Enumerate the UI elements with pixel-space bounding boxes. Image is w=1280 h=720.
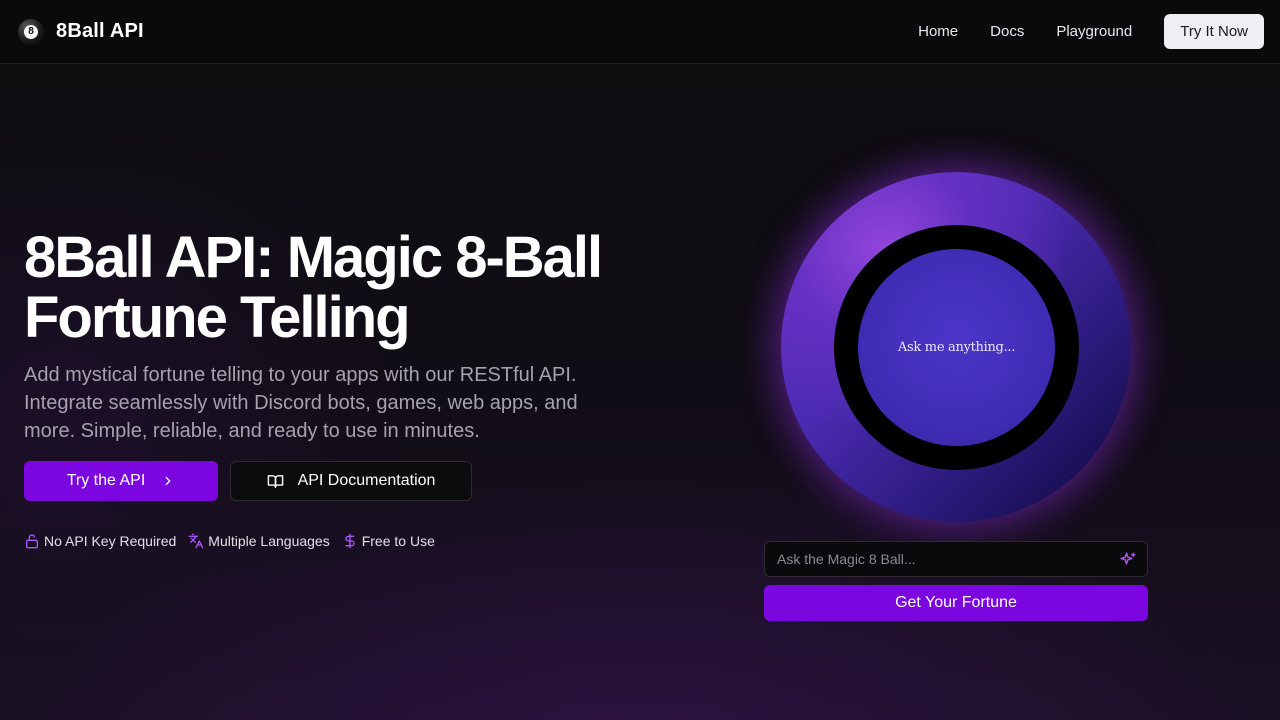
nav-link-playground[interactable]: Playground [1056,23,1132,40]
feature-free-to-use: Free to Use [342,533,435,549]
question-input[interactable] [765,542,1147,576]
feature-list: No API Key Required Multiple Languages F… [24,533,435,549]
try-the-api-label: Try the API [66,472,146,489]
chevron-right-icon [165,476,171,486]
feature-label: Multiple Languages [208,533,330,549]
get-your-fortune-button[interactable]: Get Your Fortune [764,585,1148,621]
api-documentation-button[interactable]: API Documentation [230,461,472,501]
feature-label: No API Key Required [44,533,177,549]
top-navbar: 8 8Ball API Home Docs Playground Try It … [0,0,1280,64]
magic-ball-window: Ask me anything... [858,249,1055,446]
feature-label: Free to Use [361,533,435,549]
feature-multiple-languages: Multiple Languages [188,533,330,549]
dollar-icon [345,533,355,549]
api-documentation-label: API Documentation [297,472,436,489]
nav-link-home[interactable]: Home [918,23,958,40]
main-nav: Home Docs Playground Try It Now [918,14,1264,49]
magic-ball-message: Ask me anything... [897,340,1016,355]
brand-name: 8Ball API [56,20,144,42]
eight-ball-logo-icon: 8 [18,18,44,45]
brand[interactable]: 8 8Ball API [18,18,144,45]
hero-subtitle: Add mystical fortune telling to your app… [24,364,578,442]
nav-link-docs[interactable]: Docs [990,23,1024,40]
book-open-icon [267,474,283,488]
hero-title: 8Ball API: Magic 8-Ball Fortune Telling [24,225,603,350]
lock-open-icon [26,534,38,549]
logo-number: 8 [24,24,38,39]
hero-actions: Try the API API Documentation [24,461,472,501]
landing-page: 8 8Ball API Home Docs Playground Try It … [0,0,1280,720]
question-field [764,541,1148,577]
try-the-api-button[interactable]: Try the API [24,461,218,501]
sparkles-icon [1120,552,1136,565]
languages-icon [188,533,204,549]
feature-no-api-key: No API Key Required [24,533,176,549]
try-it-now-button[interactable]: Try It Now [1164,14,1264,49]
